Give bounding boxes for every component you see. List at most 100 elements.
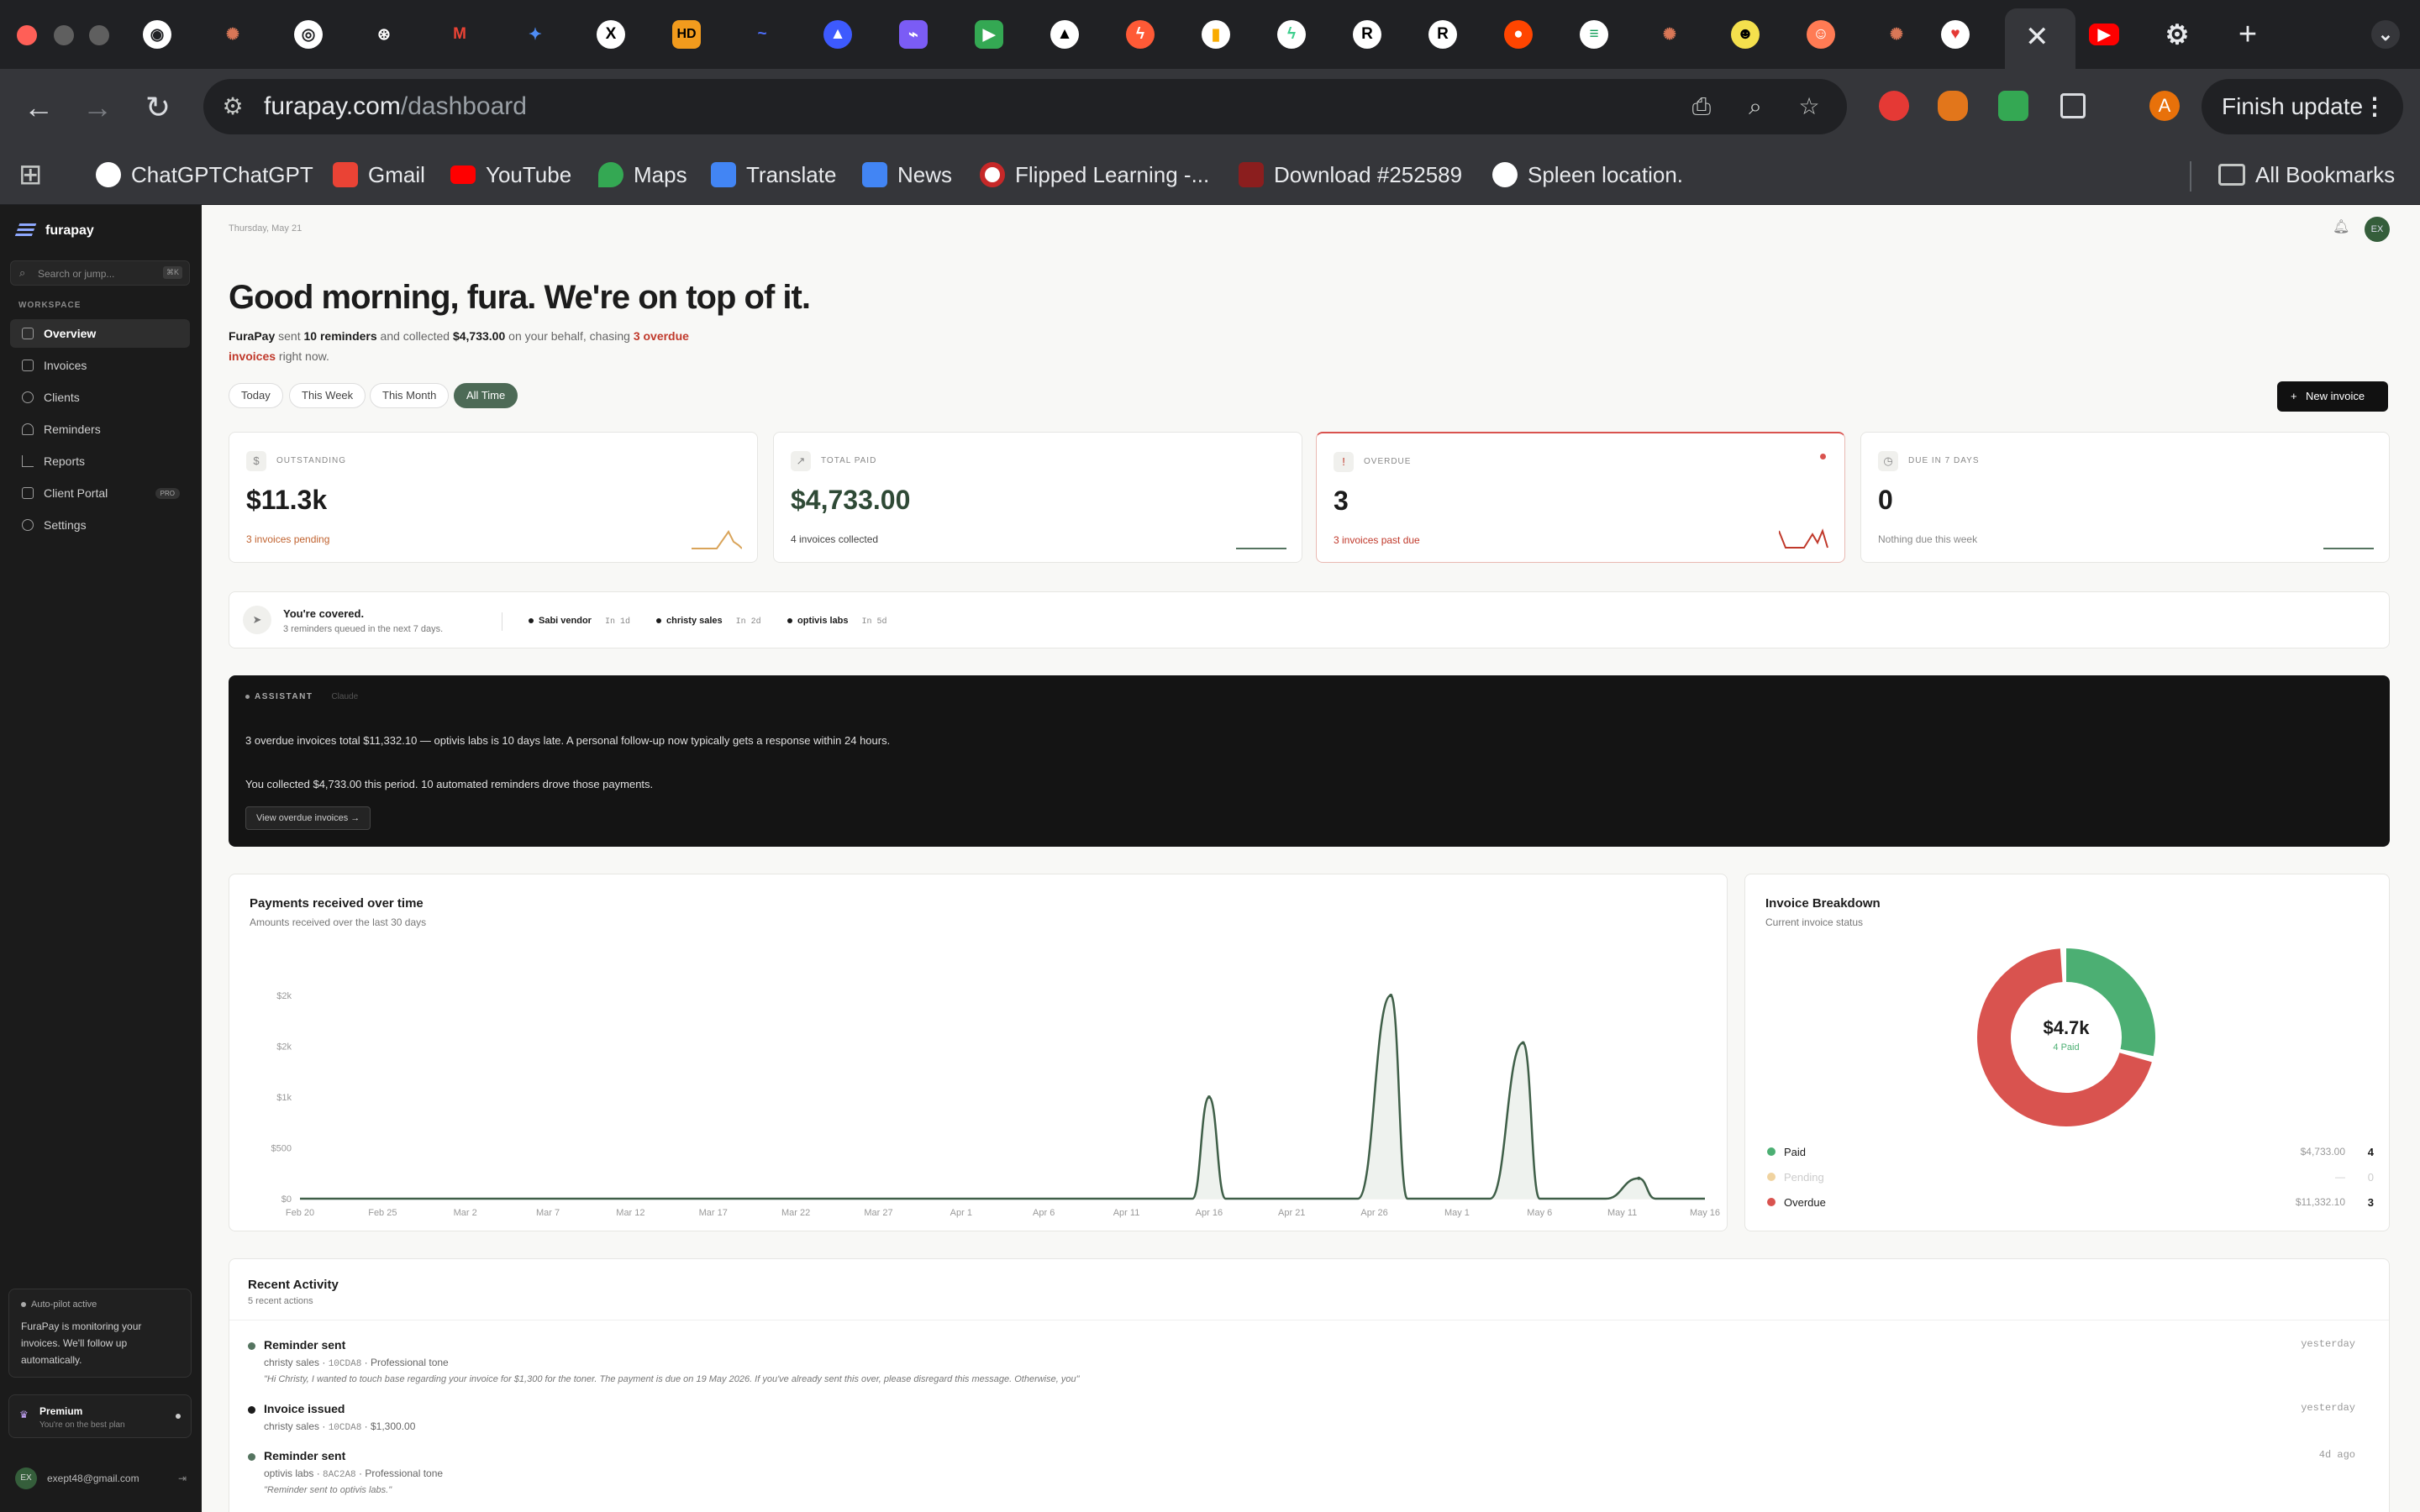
bookmark-maps[interactable]: Maps — [598, 158, 687, 192]
queue-item[interactable]: optivis labs In 5d — [787, 616, 887, 627]
tab-heart-icon[interactable]: ♥ — [1941, 20, 1970, 49]
bookmark-translate[interactable]: Translate — [711, 158, 836, 192]
header-avatar[interactable]: EX — [2365, 217, 2390, 242]
sidebar-item-invoices[interactable]: Invoices — [10, 351, 190, 380]
stat-card-overdue[interactable]: ! OVERDUE 3 3 invoices past due — [1316, 432, 1845, 563]
filter-this-month[interactable]: This Month — [370, 383, 450, 408]
sidebar-item-client-portal[interactable]: Client Portal PRO — [10, 479, 190, 507]
zoom-icon[interactable]: ⌕ — [1741, 92, 1770, 121]
extension-maps-icon[interactable] — [1998, 91, 2028, 121]
tab-gmail-icon[interactable]: M — [445, 20, 474, 49]
tab-brain-icon[interactable]: ☺ — [1807, 20, 1835, 49]
filter-today[interactable]: Today — [229, 383, 283, 408]
sidebar-item-clients[interactable]: Clients — [10, 383, 190, 412]
brand[interactable]: furapay — [13, 223, 94, 239]
logout-icon[interactable]: ⇥ — [178, 1473, 187, 1484]
tab-x-icon[interactable]: X — [597, 20, 625, 49]
stat-card-outstanding[interactable]: $ OUTSTANDING $11.3k 3 invoices pending — [229, 432, 758, 563]
activity-item[interactable]: Reminder sent christy sales · 10CDA8 · P… — [248, 1338, 2374, 1384]
extensions-puzzle-icon[interactable] — [2060, 93, 2086, 118]
address-bar[interactable]: ⚙ furapay.com/dashboard ⎙ ⌕ ☆ — [203, 79, 1847, 134]
activity-item[interactable]: Reminder sent optivis labs · 8AC2A8 · Pr… — [248, 1449, 2374, 1495]
tab-hd-icon[interactable]: HD — [672, 20, 701, 49]
sidebar-item-reminders[interactable]: Reminders — [10, 415, 190, 444]
bookmark-flipped-learning[interactable]: Flipped Learning -... — [980, 158, 1209, 192]
bookmark-star-icon[interactable]: ☆ — [1795, 92, 1823, 121]
tab-analytics-icon[interactable]: ▮ — [1202, 20, 1230, 49]
view-overdue-button[interactable]: View overdue invoices → — [245, 806, 371, 830]
legend-amount: $4,733.00 — [2300, 1146, 2345, 1158]
all-bookmarks[interactable]: All Bookmarks — [2218, 158, 2395, 192]
tab-supabase-icon[interactable]: ϟ — [1277, 20, 1306, 49]
tab-bee-icon[interactable]: ☻ — [1731, 20, 1760, 49]
tab-link-icon[interactable]: ⌁ — [899, 20, 928, 49]
tab-bolt-icon[interactable]: ϟ — [1126, 20, 1155, 49]
tab-claude-icon[interactable]: ✺ — [218, 20, 247, 49]
extension-metamask-icon[interactable] — [1938, 91, 1968, 121]
stat-card-due-7-days[interactable]: ◷ DUE IN 7 DAYS 0 Nothing due this week — [1860, 432, 2390, 563]
data-point[interactable] — [1207, 1095, 1211, 1099]
user-row[interactable]: EX exept48@gmail.com ⇥ — [15, 1467, 187, 1490]
sidebar-item-settings[interactable]: Settings — [10, 511, 190, 539]
bookmark-youtube[interactable]: YouTube — [450, 158, 571, 192]
tab-perplexity-icon[interactable]: ◎ — [294, 20, 323, 49]
tab-search-chevron-icon[interactable]: ⌄ — [2371, 20, 2400, 49]
tab-sheets-icon[interactable]: ≡ — [1580, 20, 1608, 49]
activity-item[interactable]: Invoice issued christy sales · 10CDA8 · … — [248, 1402, 2374, 1433]
bookmark-gmail[interactable]: Gmail — [333, 158, 425, 192]
queue-item[interactable]: christy sales In 2d — [656, 616, 761, 627]
tab-r2-icon[interactable]: R — [1428, 20, 1457, 49]
finish-update-button[interactable]: Finish update ⋮ — [2202, 79, 2403, 134]
payments-chart-card: Payments received over time Amounts rece… — [229, 874, 1728, 1231]
tab-chatgpt-icon[interactable]: ⊛ — [370, 20, 398, 49]
tab-wave-icon[interactable]: ~ — [748, 20, 776, 49]
profile-avatar[interactable]: A — [2149, 91, 2180, 121]
close-tab-icon[interactable]: ✕ — [2025, 20, 2049, 54]
tab-triangle-icon[interactable]: ▲ — [823, 20, 852, 49]
apps-grid-icon[interactable]: ⊞ — [18, 158, 43, 192]
back-arrow-icon[interactable]: ← — [22, 91, 55, 124]
bookmark-news[interactable]: News — [862, 158, 952, 192]
premium-card[interactable]: ♛ Premium You're on the best plan — [8, 1394, 192, 1438]
tab-reddit-icon[interactable]: ● — [1504, 20, 1533, 49]
tab-youtube-icon[interactable]: ▶ — [2089, 24, 2119, 45]
reload-icon[interactable]: ↻ — [141, 91, 175, 124]
tab-meet-icon[interactable]: ▶ — [975, 20, 1003, 49]
notifications-bell-icon[interactable]: 🔔︎ — [2333, 218, 2349, 235]
tab-claude3-icon[interactable]: ✺ — [1882, 20, 1911, 49]
bookmark-spleen[interactable]: Spleen location. — [1492, 158, 1683, 192]
data-point[interactable] — [1389, 994, 1393, 997]
site-info-icon[interactable]: ⚙ — [218, 92, 247, 121]
chatgpt-icon — [1492, 162, 1518, 187]
data-point[interactable] — [1637, 1176, 1641, 1180]
bookmark-download[interactable]: Download #252589 — [1239, 158, 1462, 192]
tab-chrome-icon[interactable]: ◉ — [143, 20, 171, 49]
data-point[interactable] — [1521, 1041, 1525, 1045]
bookmark-label: ChatGPTChatGPT — [131, 161, 313, 187]
forward-arrow-icon[interactable]: → — [81, 91, 114, 124]
tab-r-icon[interactable]: R — [1353, 20, 1381, 49]
maximize-window-button[interactable] — [89, 25, 109, 45]
minimize-window-button[interactable] — [54, 25, 74, 45]
url-text[interactable]: furapay.com/dashboard — [264, 92, 527, 121]
summary-brand: FuraPay — [229, 329, 276, 343]
tab-vercel-icon[interactable]: ▲ — [1050, 20, 1079, 49]
new-invoice-button[interactable]: + New invoice — [2277, 381, 2388, 412]
tab-settings-icon[interactable]: ⚙ — [2163, 19, 2191, 50]
sidebar-item-overview[interactable]: Overview — [10, 319, 190, 348]
bookmark-chatgpt[interactable]: ChatGPTChatGPT — [96, 158, 313, 192]
active-tab[interactable]: ✕ — [2005, 8, 2075, 69]
filter-this-week[interactable]: This Week — [289, 383, 366, 408]
filter-all-time[interactable]: All Time — [454, 383, 518, 408]
tab-gemini-icon[interactable]: ✦ — [521, 20, 550, 49]
close-window-button[interactable] — [17, 25, 37, 45]
search-box[interactable]: ⌕ Search or jump... ⌘K — [10, 260, 190, 286]
tab-claude2-icon[interactable]: ✺ — [1655, 20, 1684, 49]
sidebar-item-reports[interactable]: Reports — [10, 447, 190, 475]
extension-pokeball-icon[interactable] — [1879, 91, 1909, 121]
new-tab-button[interactable]: + — [2233, 17, 2262, 52]
stat-card-total-paid[interactable]: ↗ TOTAL PAID $4,733.00 4 invoices collec… — [773, 432, 1302, 563]
install-app-icon[interactable]: ⎙ — [1687, 92, 1716, 121]
queue-item[interactable]: Sabi vendor In 1d — [529, 616, 630, 627]
more-vert-icon[interactable]: ⋮ — [2363, 79, 2386, 134]
